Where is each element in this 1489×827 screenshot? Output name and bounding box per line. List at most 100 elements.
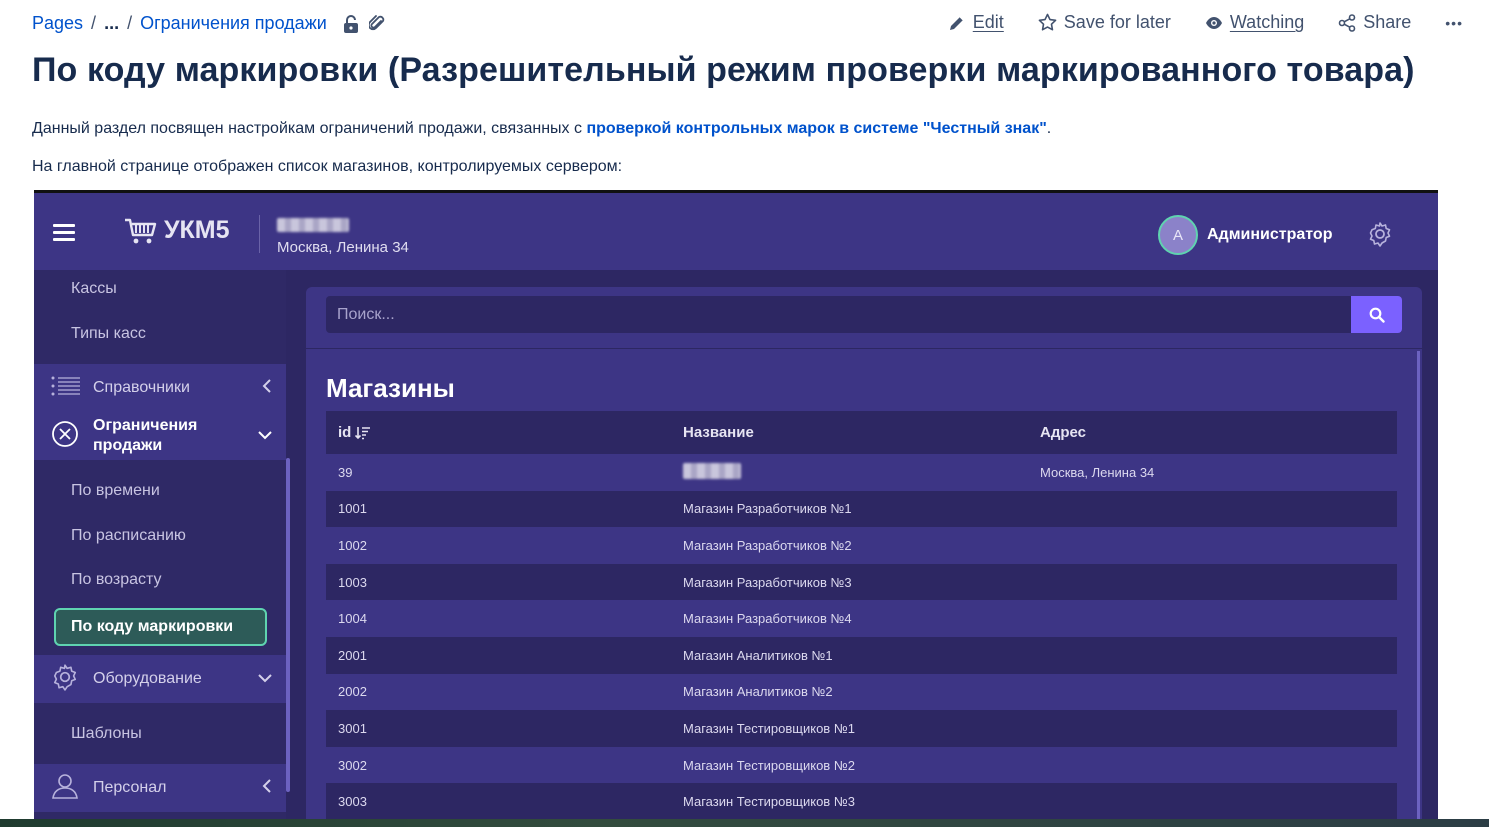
user-menu[interactable]: A Администратор xyxy=(1158,215,1332,255)
cell-address: Москва, Ленина 34 xyxy=(1040,464,1155,480)
star-icon xyxy=(1038,13,1057,32)
store-name-redacted xyxy=(683,462,741,479)
watching-button[interactable]: Watching xyxy=(1205,12,1304,33)
attachment-icon[interactable] xyxy=(368,14,385,33)
intro-text: Данный раздел посвящен настройкам ограни… xyxy=(32,120,587,137)
search-bar xyxy=(326,296,1402,333)
list-intro-paragraph: На главной странице отображен список маг… xyxy=(32,158,623,175)
table-row[interactable]: 1002 Магазин Разработчиков №2 xyxy=(326,527,1397,564)
cell-id: 1002 xyxy=(338,537,367,553)
table-row[interactable]: 2002 Магазин Аналитиков №2 xyxy=(326,673,1397,711)
cell-id: 3001 xyxy=(338,720,367,736)
column-header-address[interactable]: Адрес xyxy=(1040,424,1397,441)
sidebar-group-equipment[interactable]: Оборудование xyxy=(34,655,286,703)
search-input[interactable] xyxy=(326,296,1351,333)
chevron-down-icon xyxy=(258,427,272,445)
watching-label: Watching xyxy=(1229,12,1305,32)
page-actions: Edit Save for later Watching Share ••• xyxy=(948,12,1463,33)
store-selector[interactable]: Москва, Ленина 34 xyxy=(259,215,409,256)
menu-icon[interactable] xyxy=(53,224,75,241)
table-body: 39 Москва, Ленина 34 1001 Магазин Разработч… xyxy=(326,454,1397,820)
cell-id: 3002 xyxy=(338,757,367,773)
confluence-topbar: Pages / ... / Ограничения продажи Edit S… xyxy=(0,0,1489,48)
cell-name: Магазин Тестировщиков №1 xyxy=(683,720,855,736)
column-header-name[interactable]: Название xyxy=(683,424,1040,441)
sidebar-item-by-time[interactable]: По времени xyxy=(34,482,286,500)
sidebar-item-by-age[interactable]: По возрасту xyxy=(34,571,286,589)
cell-name xyxy=(683,462,1040,482)
cell-id: 3003 xyxy=(338,794,367,810)
sidebar-scrollbar[interactable] xyxy=(286,458,290,792)
sidebar-group-personnel[interactable]: Персонал xyxy=(34,764,286,812)
main-scrollbar[interactable] xyxy=(1417,351,1420,827)
sidebar-item-by-marking-code[interactable]: По коду маркировки xyxy=(54,608,267,646)
column-header-id[interactable]: id xyxy=(326,424,683,441)
breadcrumb-current-link[interactable]: Ограничения продажи xyxy=(140,13,327,34)
cell-id: 1003 xyxy=(338,574,367,590)
cart-icon xyxy=(125,218,157,243)
save-for-later-button[interactable]: Save for later xyxy=(1038,12,1171,33)
main-panel: Магазины id Название Адрес 39 Москва, Лен… xyxy=(306,287,1422,827)
sidebar-group-directories[interactable]: Справочники xyxy=(34,364,286,412)
edit-button[interactable]: Edit xyxy=(948,12,1004,33)
share-label: Share xyxy=(1363,12,1412,32)
search-button[interactable] xyxy=(1351,296,1402,333)
user-icon xyxy=(51,773,79,804)
sidebar-item-templates[interactable]: Шаблоны xyxy=(34,725,286,743)
cell-name: Магазин Аналитиков №2 xyxy=(683,684,833,700)
table-row[interactable]: 1001 Магазин Разработчиков №1 xyxy=(326,490,1397,528)
cell-id: 1001 xyxy=(338,501,367,517)
stores-table: id Название Адрес 39 Москва, Ленина 34 100… xyxy=(326,411,1397,820)
unlock-icon[interactable] xyxy=(343,14,359,33)
cell-name: Магазин Разработчиков №4 xyxy=(683,611,852,627)
cell-id: 1004 xyxy=(338,611,367,627)
sidebar-item-kassy[interactable]: Кассы xyxy=(34,280,286,298)
cell-name: Магазин Тестировщиков №3 xyxy=(683,794,855,810)
close-circle-icon xyxy=(51,420,79,453)
intro-text-end: . xyxy=(1046,120,1052,137)
table-row[interactable]: 3003 Магазин Тестировщиков №3 xyxy=(326,783,1397,820)
breadcrumb-ellipsis[interactable]: ... xyxy=(104,13,119,34)
store-address: Москва, Ленина 34 xyxy=(277,239,409,256)
avatar: A xyxy=(1158,215,1198,255)
cell-name: Магазин Тестировщиков №2 xyxy=(683,757,855,773)
settings-gear-icon[interactable] xyxy=(1367,221,1393,252)
sidebar-group-label: Оборудование xyxy=(93,670,202,687)
logo-text: УКМ5 xyxy=(164,216,230,244)
table-row[interactable]: 3002 Магазин Тестировщиков №2 xyxy=(326,746,1397,784)
cell-id: 2002 xyxy=(338,684,367,700)
share-button[interactable]: Share xyxy=(1338,12,1411,33)
table-row[interactable]: 3001 Магазин Тестировщиков №1 xyxy=(326,710,1397,747)
sidebar-group-label: Ограничения продажи xyxy=(93,417,198,454)
chevron-left-icon xyxy=(262,778,272,798)
table-row[interactable]: 39 Москва, Ленина 34 xyxy=(326,454,1397,491)
section-title: Магазины xyxy=(326,373,455,403)
breadcrumb-separator: / xyxy=(127,13,133,33)
table-row[interactable]: 2001 Магазин Аналитиков №1 xyxy=(326,636,1397,674)
search-icon xyxy=(1369,307,1385,323)
breadcrumb: Pages / ... / Ограничения продажи xyxy=(32,13,385,34)
taskbar-strip xyxy=(0,819,1489,827)
honest-sign-link[interactable]: проверкой контрольных марок в системе "Ч… xyxy=(586,120,1046,137)
sidebar-group-label: Справочники xyxy=(93,379,190,396)
edit-label: Edit xyxy=(972,12,1004,32)
breadcrumb-separator: / xyxy=(91,13,97,33)
table-row[interactable]: 1004 Магазин Разработчиков №4 xyxy=(326,600,1397,637)
table-row[interactable]: 1003 Магазин Разработчиков №3 xyxy=(326,563,1397,601)
more-actions-button[interactable]: ••• xyxy=(1445,15,1463,31)
user-name: Администратор xyxy=(1207,226,1333,243)
save-for-later-label: Save for later xyxy=(1063,12,1171,32)
sidebar-group-sales-restrictions[interactable]: Ограничения продажи xyxy=(34,412,286,460)
cell-name: Магазин Разработчиков №3 xyxy=(683,574,852,590)
chevron-down-icon xyxy=(258,670,272,688)
store-name-redacted xyxy=(277,218,349,232)
gear-icon xyxy=(51,663,79,696)
table-header: id Название Адрес xyxy=(326,411,1397,454)
page-title: По коду маркировки (Разрешительный режим… xyxy=(32,51,1415,89)
breadcrumb-pages-link[interactable]: Pages xyxy=(32,13,83,34)
sidebar-item-kass-types[interactable]: Типы касс xyxy=(34,325,286,343)
cell-name: Магазин Разработчиков №1 xyxy=(683,501,852,517)
intro-paragraph: Данный раздел посвящен настройкам ограни… xyxy=(32,120,1051,138)
app-header: УКМ5 Москва, Ленина 34 A Администратор xyxy=(34,193,1438,270)
sidebar-item-by-schedule[interactable]: По расписанию xyxy=(34,527,286,545)
